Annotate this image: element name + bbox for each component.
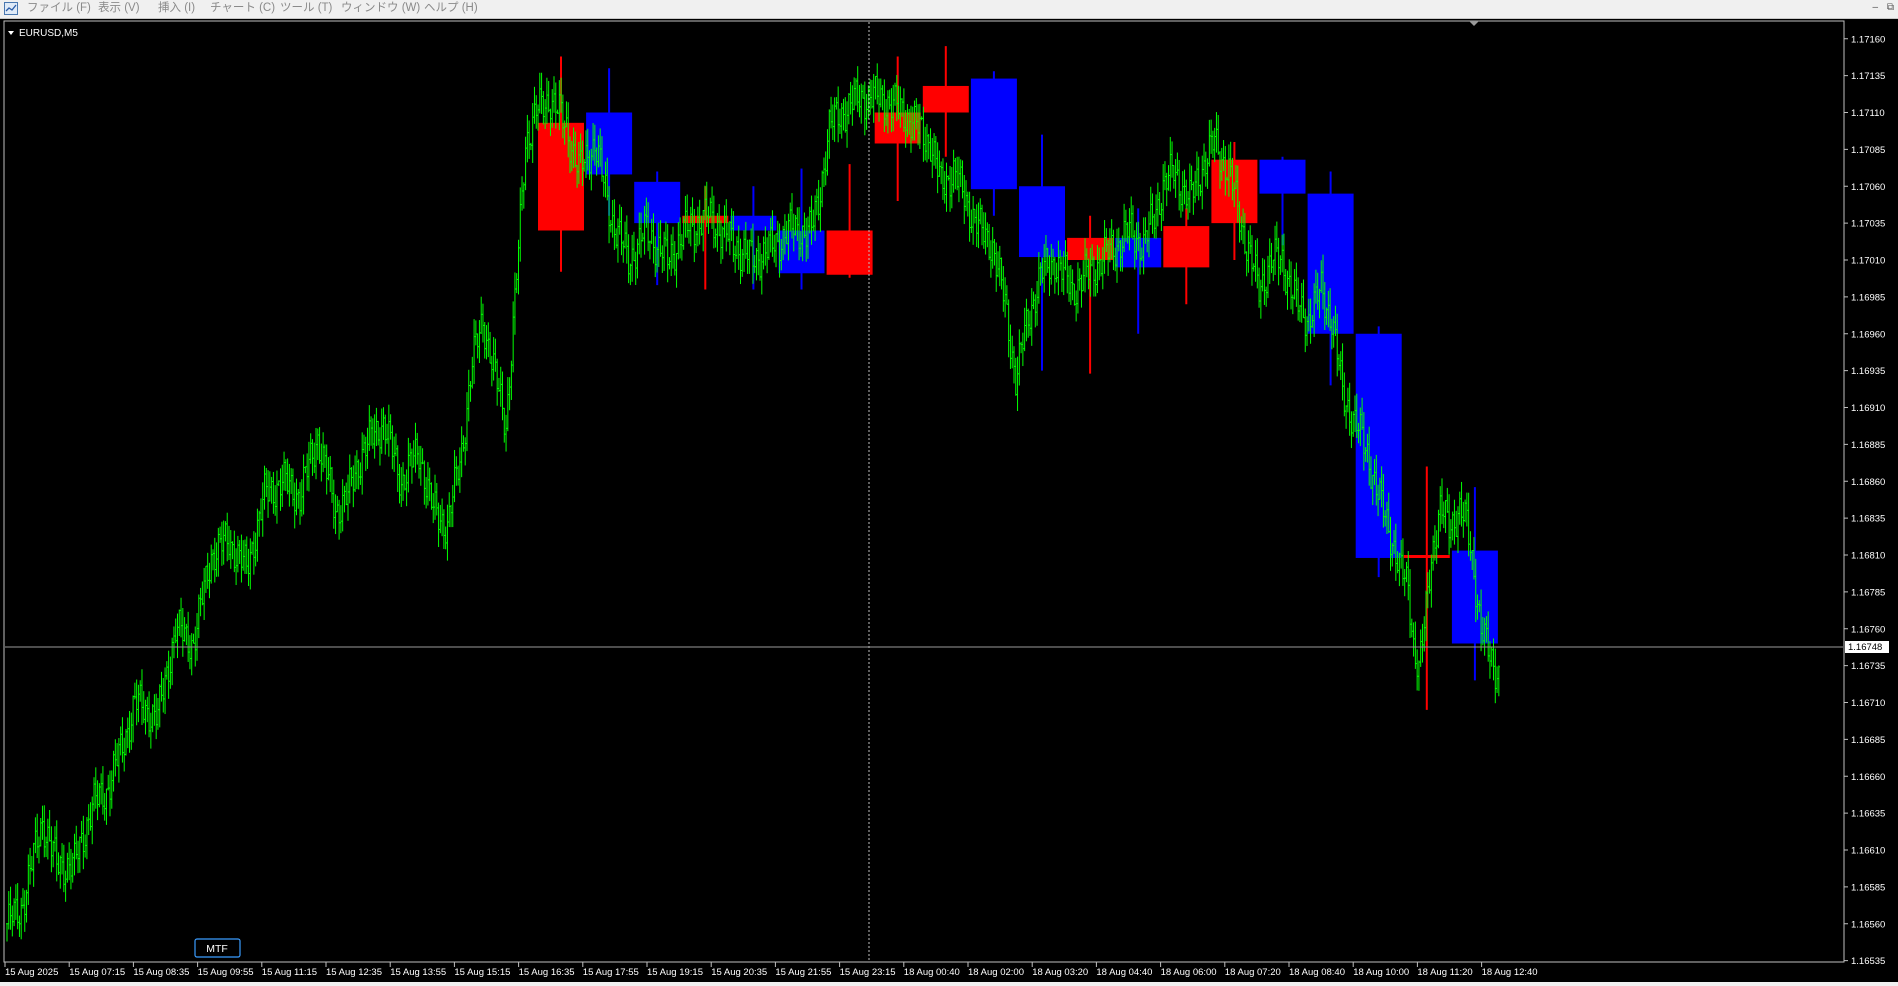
time-tick-label: 15 Aug 11:15 <box>262 967 317 978</box>
price-tick-label: 1.16685 <box>1851 735 1885 746</box>
restore-icon[interactable]: ⧉ <box>1887 2 1894 13</box>
symbol-label: EURUSD,M5 <box>19 28 78 39</box>
mtf-label: MTF <box>206 943 228 955</box>
price-tick-label: 1.17010 <box>1851 256 1885 267</box>
menu-insert[interactable]: 挿入 (I) <box>158 0 195 18</box>
time-tick-label: 18 Aug 06:00 <box>1161 967 1217 978</box>
time-tick-label: 18 Aug 03:20 <box>1032 967 1088 978</box>
price-tick-label: 1.17135 <box>1851 71 1885 82</box>
time-tick-label: 18 Aug 04:40 <box>1096 967 1152 978</box>
chart-background <box>0 19 1898 982</box>
price-tick-label: 1.16610 <box>1851 846 1885 857</box>
time-tick-label: 18 Aug 10:00 <box>1353 967 1409 978</box>
time-tick-label: 15 Aug 23:15 <box>840 967 896 978</box>
time-tick-label: 15 Aug 08:35 <box>133 967 189 978</box>
menu-help[interactable]: ヘルプ (H) <box>424 0 478 18</box>
menu-file[interactable]: ファイル (F) <box>27 0 91 18</box>
time-tick-label: 15 Aug 21:55 <box>775 967 831 978</box>
price-tick-label: 1.17160 <box>1851 34 1885 45</box>
menu-charts[interactable]: チャート (C) <box>210 0 275 18</box>
window-buttons: – ⧉ <box>1867 2 1894 13</box>
price-tick-label: 1.16985 <box>1851 292 1885 303</box>
current-price-label: 1.16748 <box>1848 642 1882 653</box>
price-tick-label: 1.17060 <box>1851 182 1885 193</box>
price-tick-label: 1.16835 <box>1851 514 1885 525</box>
time-tick-label: 18 Aug 00:40 <box>904 967 960 978</box>
time-tick-label: 15 Aug 17:55 <box>583 967 639 978</box>
time-tick-label: 15 Aug 13:55 <box>390 967 446 978</box>
time-tick-label: 15 Aug 20:35 <box>711 967 767 978</box>
menu-tools[interactable]: ツール (T) <box>280 0 332 18</box>
price-tick-label: 1.16860 <box>1851 477 1885 488</box>
time-tick-label: 15 Aug 09:55 <box>198 967 254 978</box>
price-tick-label: 1.16960 <box>1851 329 1885 340</box>
time-tick-label: 18 Aug 07:20 <box>1225 967 1281 978</box>
price-tick-label: 1.17110 <box>1851 108 1885 119</box>
time-tick-label: 15 Aug 19:15 <box>647 967 703 978</box>
menu-window[interactable]: ウィンドウ (W) <box>341 0 420 18</box>
price-tick-label: 1.16535 <box>1851 956 1885 967</box>
mtf-button[interactable]: MTF <box>194 938 241 958</box>
price-chart[interactable]: EURUSD,M5 1.17160 1.17135 1.17110 1.17085 1.… <box>0 19 1898 982</box>
htf-candle <box>1355 326 1402 578</box>
minimize-icon[interactable]: – <box>1873 2 1879 13</box>
current-price-tag: 1.16748 <box>1845 641 1889 653</box>
time-tick-label: 18 Aug 12:40 <box>1482 967 1538 978</box>
price-tick-label: 1.16660 <box>1851 772 1885 783</box>
price-tick-label: 1.16560 <box>1851 919 1885 930</box>
time-tick-label: 15 Aug 2025 <box>5 967 58 978</box>
price-tick-label: 1.17085 <box>1851 145 1885 156</box>
price-tick-label: 1.16785 <box>1851 587 1885 598</box>
status-bar <box>0 982 1898 986</box>
time-tick-label: 18 Aug 02:00 <box>968 967 1024 978</box>
price-tick-label: 1.16635 <box>1851 809 1885 820</box>
time-tick-label: 15 Aug 15:15 <box>454 967 510 978</box>
price-tick-label: 1.16585 <box>1851 882 1885 893</box>
time-tick-label: 15 Aug 16:35 <box>519 967 575 978</box>
time-tick-label: 18 Aug 11:20 <box>1417 967 1472 978</box>
price-tick-label: 1.16710 <box>1851 698 1885 709</box>
time-tick-label: 18 Aug 08:40 <box>1289 967 1345 978</box>
price-tick-label: 1.16810 <box>1851 551 1885 562</box>
menu-bar: ファイル (F) 表示 (V) 挿入 (I) チャート (C) ツール (T) … <box>0 0 1898 19</box>
menu-view[interactable]: 表示 (V) <box>98 0 140 18</box>
price-tick-label: 1.16760 <box>1851 624 1885 635</box>
time-tick-label: 15 Aug 07:15 <box>69 967 125 978</box>
time-tick-label: 15 Aug 12:35 <box>326 967 382 978</box>
app-icon <box>4 2 18 15</box>
price-tick-label: 1.16935 <box>1851 366 1885 377</box>
price-tick-label: 1.16885 <box>1851 440 1885 451</box>
price-tick-label: 1.16735 <box>1851 661 1885 672</box>
price-tick-label: 1.16910 <box>1851 403 1885 414</box>
price-tick-label: 1.17035 <box>1851 219 1885 230</box>
